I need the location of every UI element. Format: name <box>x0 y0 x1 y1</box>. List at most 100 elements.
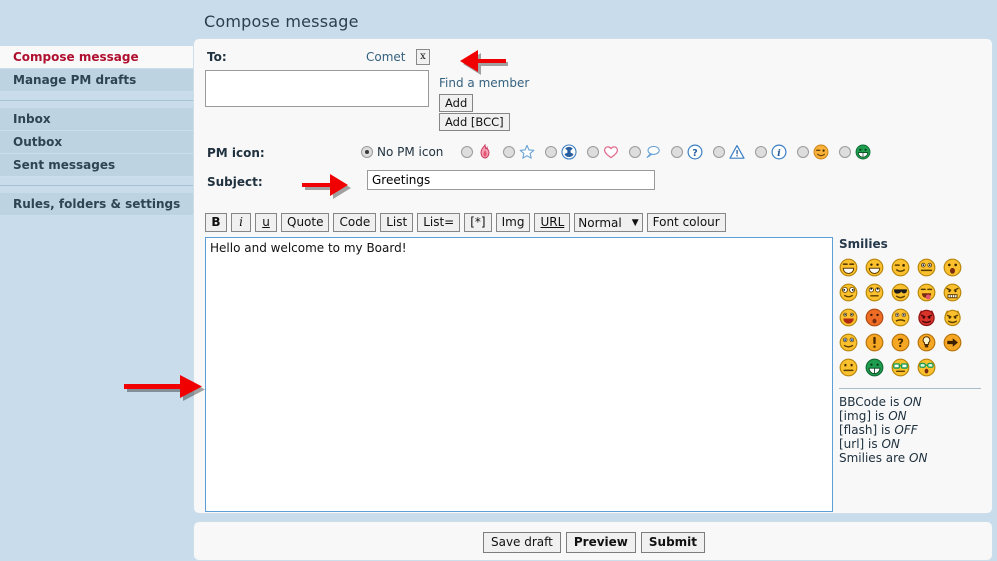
to-recipients-input[interactable] <box>205 70 429 107</box>
bbcode-list-button[interactable]: List <box>380 213 414 232</box>
smiley-nerd-glasses-icon[interactable] <box>891 358 910 377</box>
question-icon[interactable]: ? <box>687 144 703 160</box>
sidebar-divider-1 <box>0 100 195 108</box>
pm-icon-radio-question[interactable] <box>671 146 684 158</box>
pm-icon-option-smiley-green-grin[interactable] <box>839 144 871 160</box>
recipient-name[interactable]: Comet <box>366 50 406 64</box>
pm-icon-option-info[interactable]: i <box>755 144 787 160</box>
icon-exclamation[interactable] <box>865 333 884 352</box>
icon-arrow-right[interactable] <box>943 333 962 352</box>
speech-bubble-icon[interactable] <box>645 144 661 160</box>
to-label: To: <box>207 50 227 64</box>
sidebar-group-compose: Compose message Manage PM drafts <box>0 46 195 92</box>
info-icon[interactable]: i <box>771 144 787 160</box>
smiley-green-grin-icon[interactable] <box>855 144 871 160</box>
subject-input[interactable] <box>367 170 655 190</box>
sidebar-item-manage-pm-drafts[interactable]: Manage PM drafts <box>0 69 195 92</box>
smiley-tongue-out-icon[interactable] <box>917 283 936 302</box>
sidebar-item-sent-messages[interactable]: Sent messages <box>0 154 195 177</box>
pm-icon-option-speech-bubble[interactable] <box>629 144 661 160</box>
smiley-cool-shades-icon[interactable] <box>891 283 910 302</box>
smiley-wink-icon[interactable] <box>891 258 910 277</box>
bbcode-url-button[interactable]: URL <box>534 213 571 232</box>
sidebar-item-rules-folders-settings[interactable]: Rules, folders & settings <box>0 193 195 216</box>
pm-icon-radio-warning[interactable] <box>713 146 726 158</box>
smiley-rolling-eyes-icon[interactable] <box>865 283 884 302</box>
flame-icon[interactable] <box>477 144 493 160</box>
smilies-panel: Smilies ? BBCode is ON [img] is ON [flas… <box>839 237 985 465</box>
smiley-devil-red-icon[interactable] <box>917 308 936 327</box>
font-size-selected-label: Normal <box>578 215 622 230</box>
bbcode-status-bbcode-state: ON <box>903 395 922 409</box>
icon-question[interactable]: ? <box>891 333 910 352</box>
pm-icon-option-smiley-wink[interactable] <box>797 144 829 160</box>
smiley-starry-eyes-icon[interactable] <box>839 333 858 352</box>
bbcode-underline-button[interactable]: u <box>255 213 277 232</box>
font-size-select[interactable]: Normal ▼ <box>574 213 643 232</box>
pm-icon-option-question[interactable]: ? <box>671 144 703 160</box>
no-pm-icon-label: No PM icon <box>377 145 444 159</box>
submit-button[interactable]: Submit <box>640 532 706 553</box>
pm-icon-radio-flame[interactable] <box>461 146 474 158</box>
pm-icon-option-heart[interactable] <box>587 144 619 160</box>
smiley-geek-glasses-icon[interactable] <box>917 358 936 377</box>
bbcode-list-ordered-button[interactable]: List= <box>417 213 461 232</box>
bbcode-image-button[interactable]: Img <box>495 213 531 232</box>
bbcode-list-item-button[interactable]: [*] <box>464 213 492 232</box>
find-a-member-link[interactable]: Find a member <box>439 76 529 90</box>
star-icon[interactable] <box>519 144 535 160</box>
pm-icon-radio-smiley-green-grin[interactable] <box>839 146 852 158</box>
save-draft-button[interactable]: Save draft <box>482 532 561 553</box>
smiley-grin-icon[interactable] <box>865 258 884 277</box>
smiley-crazy-eyes-icon[interactable] <box>839 283 858 302</box>
pm-icon-radio-none[interactable] <box>361 146 373 158</box>
pm-icon-radio-smiley-wink[interactable] <box>797 146 810 158</box>
bbcode-bold-button[interactable]: B <box>205 213 227 232</box>
bbcode-code-button[interactable]: Code <box>333 213 377 232</box>
pm-icon-radio-heart[interactable] <box>587 146 600 158</box>
pm-icon-option-radioactive[interactable] <box>545 144 577 160</box>
smiley-wide-eyes-icon[interactable] <box>917 258 936 277</box>
smiley-confused-icon[interactable] <box>891 308 910 327</box>
svg-text:?: ? <box>693 148 698 159</box>
smiley-big-grin-icon[interactable] <box>839 258 858 277</box>
pm-icon-radio-star[interactable] <box>503 146 516 158</box>
sidebar-item-compose-message[interactable]: Compose message <box>0 46 195 69</box>
heart-icon[interactable] <box>603 144 619 160</box>
pm-icon-radio-info[interactable] <box>755 146 768 158</box>
remove-recipient-button[interactable]: x <box>416 49 430 65</box>
smiley-blush-orange-icon[interactable] <box>865 308 884 327</box>
smiley-surprised-icon[interactable] <box>943 258 962 277</box>
add-bcc-recipient-button[interactable]: Add [BCC] <box>439 113 510 131</box>
bbcode-status-smilies-name: Smilies are <box>839 451 906 465</box>
smiley-neutral-icon[interactable] <box>839 358 858 377</box>
font-colour-button[interactable]: Font colour <box>646 213 726 232</box>
sidebar-item-inbox[interactable]: Inbox <box>0 108 195 131</box>
preview-button[interactable]: Preview <box>565 532 636 553</box>
message-body-textarea[interactable] <box>205 237 833 512</box>
warning-icon[interactable] <box>729 144 746 160</box>
bbcode-status-img-state: ON <box>888 409 907 423</box>
smiley-laugh-icon[interactable] <box>839 308 858 327</box>
smiley-green-grin-icon[interactable] <box>865 358 884 377</box>
add-recipient-button[interactable]: Add <box>439 94 474 112</box>
sidebar-divider-2 <box>0 185 195 193</box>
smiley-angry-teeth-icon[interactable] <box>943 283 962 302</box>
bbcode-status-img-name: [img] is <box>839 409 885 423</box>
sidebar-group-settings: Rules, folders & settings <box>0 193 195 216</box>
pm-icon-radio-speech-bubble[interactable] <box>629 146 642 158</box>
bbcode-italic-button[interactable]: i <box>231 213 251 232</box>
radioactive-icon[interactable] <box>561 144 577 160</box>
icon-idea-bulb[interactable] <box>917 333 936 352</box>
pm-icon-option-warning[interactable] <box>713 144 746 160</box>
pm-icon-radio-radioactive[interactable] <box>545 146 558 158</box>
bbcode-quote-button[interactable]: Quote <box>281 213 330 232</box>
pm-icon-option-none[interactable]: No PM icon <box>361 145 454 159</box>
pm-icon-option-flame[interactable] <box>461 144 493 160</box>
bbcode-status-smilies: Smilies are ON <box>839 451 985 465</box>
pm-icon-option-star[interactable] <box>503 144 535 160</box>
smiley-wink-icon[interactable] <box>813 144 829 160</box>
smiley-devil-yellow-icon[interactable] <box>943 308 962 327</box>
sidebar-item-outbox[interactable]: Outbox <box>0 131 195 154</box>
pm-icon-label: PM icon: <box>207 146 265 160</box>
